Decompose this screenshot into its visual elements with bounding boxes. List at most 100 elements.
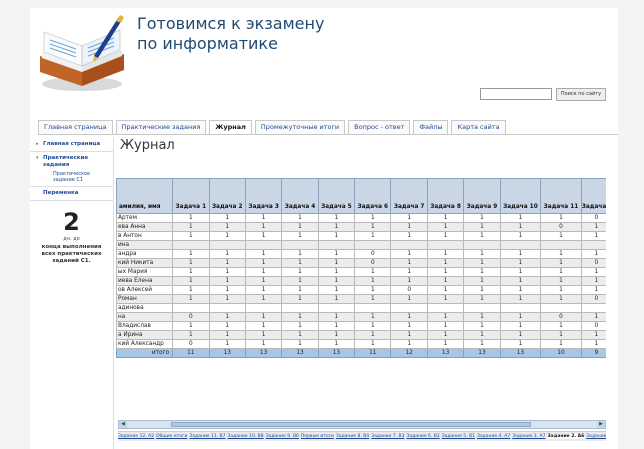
sidebar-item-home[interactable]: ▸ Главная страница bbox=[30, 141, 113, 148]
task-score-cell[interactable]: 1 bbox=[354, 276, 392, 286]
task-score-cell[interactable]: 0 bbox=[354, 258, 392, 268]
task-score-cell[interactable]: 1 bbox=[317, 258, 356, 268]
task-score-cell[interactable]: 1 bbox=[208, 267, 246, 277]
task-score-cell[interactable]: 1 bbox=[426, 312, 465, 322]
task-score-cell[interactable]: 1 bbox=[244, 312, 283, 322]
tab-journal[interactable]: Журнал bbox=[209, 120, 252, 134]
task-score-cell[interactable]: 1 bbox=[580, 285, 606, 295]
sidebar-subitem-practice-c1[interactable]: Практическое задание С1 bbox=[30, 171, 113, 183]
student-name-cell[interactable]: кий Александр bbox=[116, 339, 174, 349]
sheet-tab[interactable]: Задание 3. А7 bbox=[512, 434, 545, 439]
tab-files[interactable]: Файлы bbox=[413, 120, 449, 134]
task-score-cell[interactable]: 1 bbox=[172, 249, 210, 259]
task-score-cell[interactable]: 1 bbox=[463, 267, 501, 277]
student-name-cell[interactable]: Артем bbox=[116, 213, 174, 223]
task-score-cell[interactable] bbox=[580, 303, 606, 313]
task-score-cell[interactable]: 1 bbox=[540, 213, 582, 223]
task-score-cell[interactable]: 1 bbox=[499, 231, 542, 241]
task-score-cell[interactable]: 1 bbox=[317, 339, 356, 349]
task-score-cell[interactable]: 1 bbox=[172, 267, 210, 277]
task-score-cell[interactable]: 1 bbox=[208, 222, 246, 232]
task-score-cell[interactable] bbox=[172, 303, 210, 313]
student-name-cell[interactable]: в Антон bbox=[116, 231, 174, 241]
task-score-cell[interactable]: 1 bbox=[426, 267, 465, 277]
tab-intermediate-results[interactable]: Промежуточные итоги bbox=[254, 120, 346, 134]
task-score-cell[interactable]: 1 bbox=[580, 339, 606, 349]
task-score-cell[interactable]: 1 bbox=[426, 231, 465, 241]
task-score-cell[interactable] bbox=[426, 240, 465, 250]
task-score-cell[interactable]: 1 bbox=[244, 321, 283, 331]
task-score-cell[interactable]: 1 bbox=[172, 231, 210, 241]
task-score-cell[interactable]: 1 bbox=[426, 222, 465, 232]
task-score-cell[interactable]: 1 bbox=[540, 231, 582, 241]
student-name-cell[interactable]: ых Мария bbox=[116, 267, 174, 277]
task-score-cell[interactable]: 0 bbox=[540, 222, 582, 232]
task-score-cell[interactable]: 1 bbox=[580, 222, 606, 232]
task-score-cell[interactable]: 0 bbox=[580, 258, 606, 268]
sidebar-item-break[interactable]: Переменка bbox=[30, 190, 113, 197]
student-name-cell[interactable]: ева Анна bbox=[116, 222, 174, 232]
task-score-cell[interactable]: 1 bbox=[390, 267, 428, 277]
task-score-cell[interactable]: 1 bbox=[244, 231, 283, 241]
task-score-cell[interactable]: 1 bbox=[390, 276, 428, 286]
task-score-cell[interactable]: 1 bbox=[244, 285, 283, 295]
task-score-cell[interactable]: 1 bbox=[580, 231, 606, 241]
task-score-cell[interactable]: 1 bbox=[281, 249, 319, 259]
total-cell[interactable]: 13 bbox=[463, 348, 501, 358]
task-score-cell[interactable] bbox=[172, 240, 210, 250]
sheet-tab[interactable]: Задание 1 bbox=[586, 434, 606, 439]
task-score-cell[interactable]: 1 bbox=[317, 231, 356, 241]
task-score-cell[interactable]: 1 bbox=[208, 213, 246, 223]
scroll-right-icon[interactable]: ▶ bbox=[597, 421, 605, 428]
total-cell[interactable]: 13 bbox=[208, 348, 246, 358]
task-score-cell[interactable]: 1 bbox=[580, 249, 606, 259]
task-score-cell[interactable]: 1 bbox=[499, 213, 542, 223]
task-score-cell[interactable]: 1 bbox=[580, 276, 606, 286]
task-score-cell[interactable]: 1 bbox=[540, 321, 582, 331]
task-score-cell[interactable]: 1 bbox=[281, 285, 319, 295]
task-score-cell[interactable]: 1 bbox=[208, 312, 246, 322]
task-score-cell[interactable]: 1 bbox=[390, 330, 428, 340]
sheet-tab[interactable]: Задание 11. В7 bbox=[189, 434, 225, 439]
task-score-cell[interactable]: 1 bbox=[354, 231, 392, 241]
task-score-cell[interactable]: 1 bbox=[426, 276, 465, 286]
task-score-cell[interactable]: 1 bbox=[540, 276, 582, 286]
task-score-cell[interactable]: 1 bbox=[208, 231, 246, 241]
task-score-cell[interactable]: 1 bbox=[390, 249, 428, 259]
task-score-cell[interactable]: 1 bbox=[244, 294, 283, 304]
task-score-cell[interactable]: 1 bbox=[281, 294, 319, 304]
task-score-cell[interactable]: 1 bbox=[208, 285, 246, 295]
search-button[interactable]: Поиск по сайту bbox=[556, 88, 606, 101]
student-name-cell[interactable]: а Ирина bbox=[116, 330, 174, 340]
tab-practice[interactable]: Практические задания bbox=[115, 120, 207, 134]
student-name-cell[interactable]: кий Никита bbox=[116, 258, 174, 268]
task-score-cell[interactable]: 1 bbox=[540, 330, 582, 340]
task-score-cell[interactable]: 1 bbox=[317, 276, 356, 286]
task-score-cell[interactable]: 1 bbox=[390, 222, 428, 232]
sheet-tab[interactable]: Задание 9. В6 bbox=[266, 434, 299, 439]
task-score-cell[interactable]: 1 bbox=[463, 276, 501, 286]
task-score-cell[interactable]: 1 bbox=[463, 231, 501, 241]
task-score-cell[interactable]: 1 bbox=[390, 339, 428, 349]
task-score-cell[interactable]: 1 bbox=[540, 258, 582, 268]
task-score-cell[interactable]: 1 bbox=[580, 330, 606, 340]
sidebar-item-practice[interactable]: ▾ Практические задания bbox=[30, 155, 113, 169]
task-score-cell[interactable]: 1 bbox=[208, 258, 246, 268]
student-name-cell[interactable]: андра bbox=[116, 249, 174, 259]
task-score-cell[interactable]: 1 bbox=[426, 213, 465, 223]
task-score-cell[interactable]: 1 bbox=[499, 285, 542, 295]
task-score-cell[interactable]: 1 bbox=[463, 339, 501, 349]
task-score-cell[interactable]: 1 bbox=[208, 276, 246, 286]
sheet-tab[interactable]: Задание 12. А2 bbox=[118, 434, 154, 439]
task-score-cell[interactable] bbox=[317, 303, 356, 313]
task-score-cell[interactable]: 1 bbox=[172, 321, 210, 331]
total-cell[interactable]: 11 bbox=[172, 348, 210, 358]
task-score-cell[interactable] bbox=[463, 240, 501, 250]
total-cell[interactable]: 13 bbox=[499, 348, 542, 358]
task-score-cell[interactable]: 1 bbox=[499, 330, 542, 340]
task-score-cell[interactable]: 1 bbox=[172, 276, 210, 286]
task-score-cell[interactable]: 1 bbox=[426, 249, 465, 259]
task-score-cell[interactable]: 0 bbox=[540, 312, 582, 322]
task-score-cell[interactable]: 1 bbox=[208, 339, 246, 349]
task-score-cell[interactable]: 1 bbox=[499, 222, 542, 232]
